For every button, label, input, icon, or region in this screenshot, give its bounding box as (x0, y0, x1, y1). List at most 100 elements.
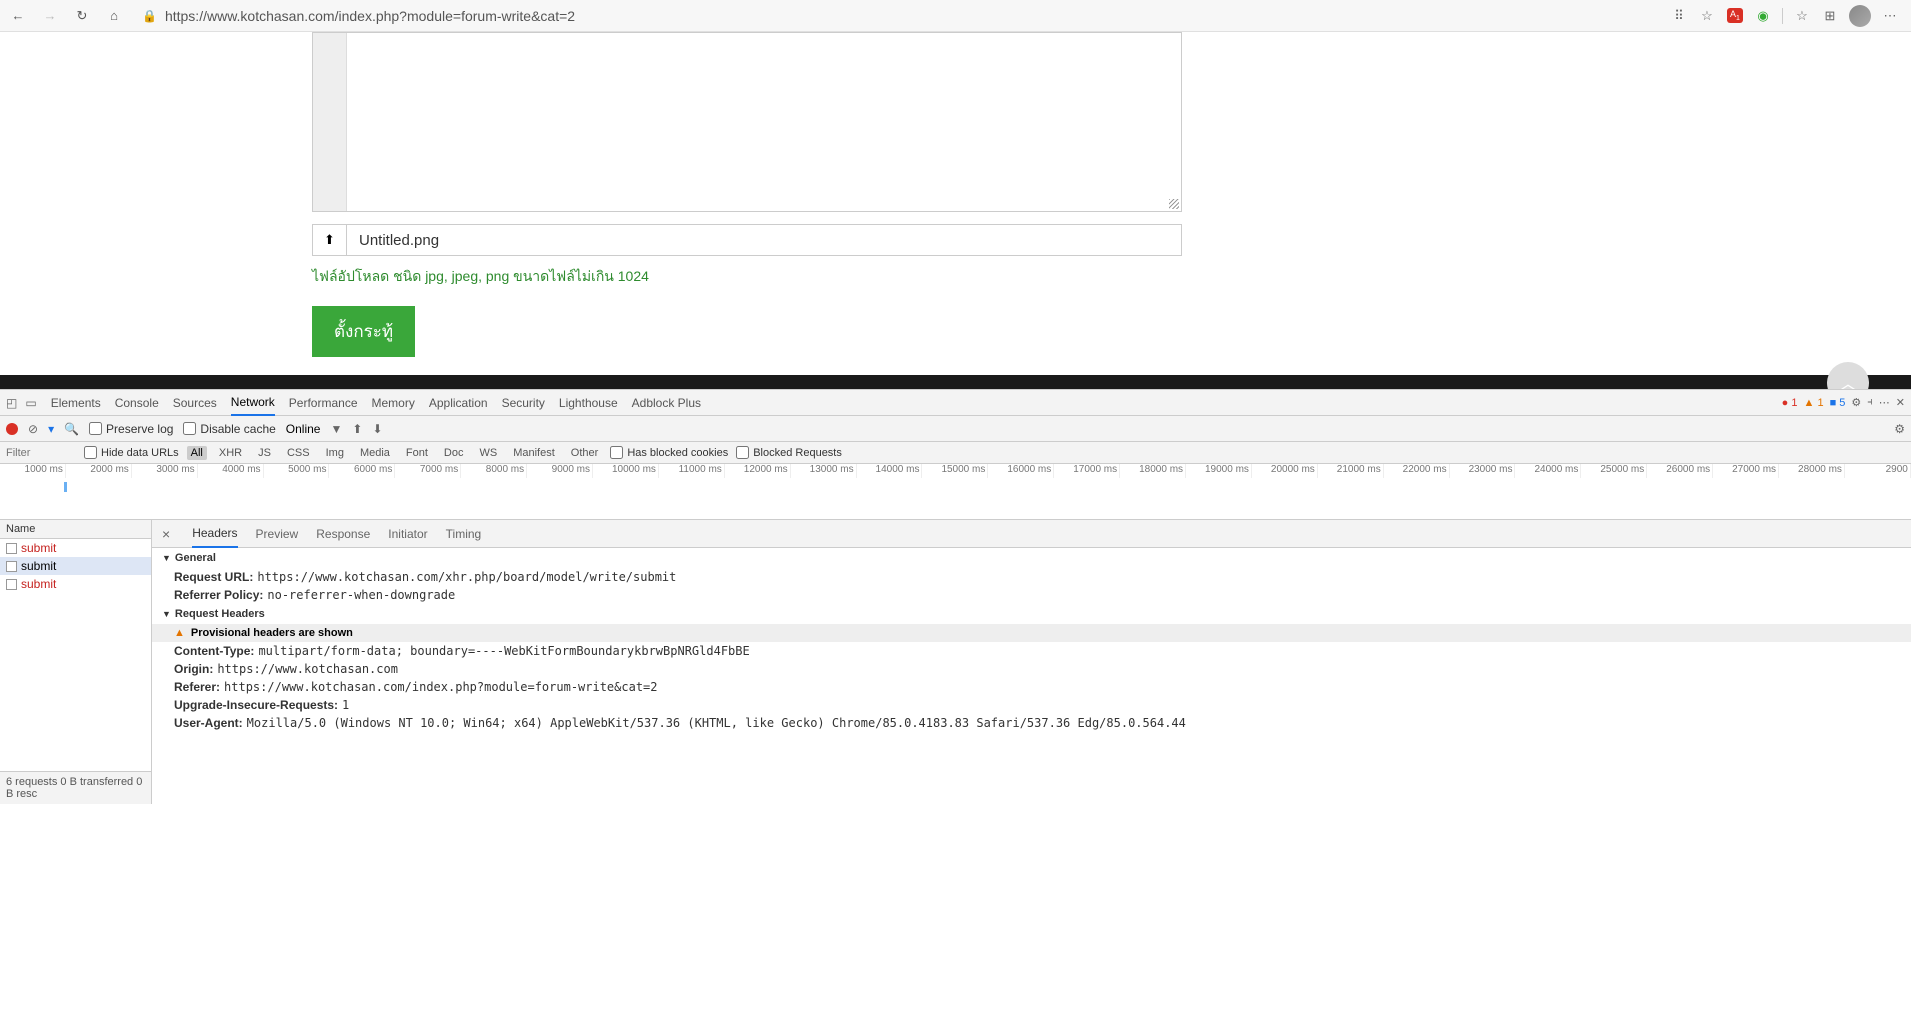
page-viewport: ⬆ Untitled.png ไฟล์อัปโหลด ชนิด jpg, jpe… (0, 32, 1911, 389)
close-detail-icon[interactable]: × (158, 526, 174, 542)
tab-application[interactable]: Application (429, 391, 488, 415)
tab-performance[interactable]: Performance (289, 391, 358, 415)
dock-icon[interactable]: ⫞ (1867, 396, 1873, 409)
tab-network[interactable]: Network (231, 390, 275, 416)
detail-tabs: × Headers Preview Response Initiator Tim… (152, 520, 1911, 548)
detail-tab-timing[interactable]: Timing (446, 521, 482, 547)
request-list-header[interactable]: Name (0, 520, 151, 539)
network-filter-bar: Hide data URLs All XHR JS CSS Img Media … (0, 442, 1911, 464)
filter-type-xhr[interactable]: XHR (215, 446, 246, 460)
favorite-icon[interactable]: ☆ (1698, 7, 1716, 25)
upload-har-icon[interactable]: ⬆ (352, 422, 362, 436)
extension-icon[interactable]: ◉ (1754, 7, 1772, 25)
filter-type-font[interactable]: Font (402, 446, 432, 460)
more-icon[interactable]: ⋯ (1881, 7, 1899, 25)
warning-count-icon[interactable]: ▲ 1 (1804, 397, 1824, 409)
address-bar[interactable]: 🔒 https://www.kotchasan.com/index.php?mo… (136, 3, 1658, 29)
url-text: https://www.kotchasan.com/index.php?modu… (165, 8, 575, 24)
detail-tab-initiator[interactable]: Initiator (388, 521, 427, 547)
tab-security[interactable]: Security (502, 391, 545, 415)
error-count-icon[interactable]: ● 1 (1782, 397, 1798, 409)
header-row: Content-Type:multipart/form-data; bounda… (152, 642, 1911, 660)
back-button[interactable]: ← (8, 6, 28, 26)
network-timeline[interactable]: 1000 ms2000 ms3000 ms4000 ms5000 ms6000 … (0, 464, 1911, 520)
filter-type-manifest[interactable]: Manifest (509, 446, 559, 460)
filter-type-img[interactable]: Img (322, 446, 348, 460)
header-row: Upgrade-Insecure-Requests:1 (152, 696, 1911, 714)
close-icon[interactable]: ✕ (1896, 396, 1905, 409)
throttle-dropdown-icon[interactable]: ▼ (330, 422, 342, 436)
detail-tab-response[interactable]: Response (316, 521, 370, 547)
header-row: Referer:https://www.kotchasan.com/index.… (152, 678, 1911, 696)
network-settings-icon[interactable]: ⚙ (1894, 422, 1905, 436)
forward-button[interactable]: → (40, 6, 60, 26)
header-row: Origin:https://www.kotchasan.com (152, 660, 1911, 678)
detail-tab-preview[interactable]: Preview (256, 521, 299, 547)
tab-memory[interactable]: Memory (372, 391, 415, 415)
refresh-button[interactable]: ↻ (72, 6, 92, 26)
file-upload-field[interactable]: ⬆ Untitled.png (312, 224, 1182, 256)
device-icon[interactable]: ▭ (25, 396, 36, 410)
resize-handle-icon[interactable] (1169, 199, 1179, 209)
has-blocked-cookies-checkbox[interactable]: Has blocked cookies (610, 446, 728, 459)
section-general[interactable]: ▼General (152, 548, 1911, 568)
divider (1782, 8, 1783, 24)
translate-icon[interactable]: ⠿ (1670, 7, 1688, 25)
upload-hint: ไฟล์อัปโหลด ชนิด jpg, jpeg, png ขนาดไฟล์… (312, 266, 1182, 288)
submit-button[interactable]: ตั้งกระทู้ (312, 306, 415, 357)
filter-type-js[interactable]: JS (254, 446, 275, 460)
devtools-panel: ◰ ▭ Elements Console Sources Network Per… (0, 389, 1911, 804)
home-button[interactable]: ⌂ (104, 6, 124, 26)
lock-icon: 🔒 (142, 9, 157, 23)
record-button[interactable] (6, 423, 18, 435)
profile-avatar[interactable] (1849, 5, 1871, 27)
inspect-icon[interactable]: ◰ (6, 396, 17, 410)
settings-icon[interactable]: ⚙ (1851, 396, 1861, 409)
detail-tab-headers[interactable]: Headers (192, 520, 237, 548)
filter-type-media[interactable]: Media (356, 446, 394, 460)
info-count-icon[interactable]: ■ 5 (1830, 397, 1846, 409)
section-request-headers[interactable]: ▼Request Headers (152, 604, 1911, 624)
tab-elements[interactable]: Elements (51, 391, 101, 415)
filter-type-css[interactable]: CSS (283, 446, 314, 460)
tab-adblock[interactable]: Adblock Plus (632, 391, 701, 415)
more-icon[interactable]: ⋯ (1879, 396, 1890, 409)
adblock-icon[interactable]: A1 (1726, 7, 1744, 25)
filter-type-other[interactable]: Other (567, 446, 603, 460)
favorites-toolbar-icon[interactable]: ☆ (1793, 7, 1811, 25)
filter-type-ws[interactable]: WS (475, 446, 501, 460)
tab-console[interactable]: Console (115, 391, 159, 415)
editor-sidebar (313, 33, 347, 211)
header-row: Referrer Policy:no-referrer-when-downgra… (152, 586, 1911, 604)
editor-textarea[interactable] (312, 32, 1182, 212)
filter-input[interactable] (6, 447, 76, 459)
request-row[interactable]: submit (0, 575, 151, 593)
request-row[interactable]: submit (0, 557, 151, 575)
search-icon[interactable]: 🔍 (64, 422, 79, 436)
tab-sources[interactable]: Sources (173, 391, 217, 415)
request-row[interactable]: submit (0, 539, 151, 557)
footer-strip (0, 375, 1911, 389)
clear-icon[interactable]: ⊘ (28, 422, 38, 436)
provisional-warning: ▲Provisional headers are shown (152, 624, 1911, 642)
tab-lighthouse[interactable]: Lighthouse (559, 391, 618, 415)
request-list: Name submit submit submit 6 requests 0 B… (0, 520, 152, 804)
timeline-marker (64, 482, 67, 492)
filter-toggle-icon[interactable]: ▾ (48, 422, 54, 436)
timeline-ticks: 1000 ms2000 ms3000 ms4000 ms5000 ms6000 … (0, 464, 1911, 478)
filter-type-doc[interactable]: Doc (440, 446, 468, 460)
warning-icon: ▲ (174, 627, 185, 639)
upload-filename: Untitled.png (347, 232, 439, 249)
blocked-requests-checkbox[interactable]: Blocked Requests (736, 446, 842, 459)
preserve-log-checkbox[interactable]: Preserve log (89, 422, 173, 436)
collections-icon[interactable]: ⊞ (1821, 7, 1839, 25)
filter-type-all[interactable]: All (187, 446, 207, 460)
hide-data-urls-checkbox[interactable]: Hide data URLs (84, 446, 179, 459)
upload-icon: ⬆ (313, 225, 347, 255)
disable-cache-checkbox[interactable]: Disable cache (183, 422, 275, 436)
header-row: Request URL:https://www.kotchasan.com/xh… (152, 568, 1911, 586)
download-har-icon[interactable]: ⬇ (372, 422, 382, 436)
header-row: User-Agent:Mozilla/5.0 (Windows NT 10.0;… (152, 714, 1911, 732)
online-select[interactable]: Online (286, 422, 321, 436)
devtools-status: ● 1 ▲ 1 ■ 5 ⚙ ⫞ ⋯ ✕ (1782, 396, 1905, 409)
